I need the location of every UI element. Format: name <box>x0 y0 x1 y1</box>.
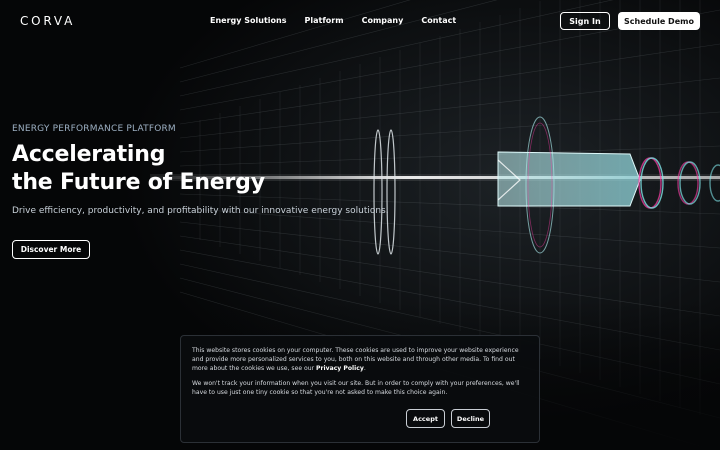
cookie-text-primary-end: . <box>363 365 366 372</box>
hero-subtext: Drive efficiency, productivity, and prof… <box>12 206 389 216</box>
schedule-demo-button[interactable]: Schedule Demo <box>618 12 700 30</box>
nav-link-energy-solutions[interactable]: Energy Solutions <box>210 16 286 25</box>
cookie-consent-banner: This website stores cookies on your comp… <box>180 335 540 443</box>
hero-eyebrow: ENERGY PERFORMANCE PLATFORM <box>12 124 176 134</box>
nav-link-contact[interactable]: Contact <box>421 16 456 25</box>
nav-link-platform[interactable]: Platform <box>304 16 343 25</box>
cookie-text-primary: This website stores cookies on your comp… <box>192 346 529 373</box>
top-navigation: CORVA Energy Solutions Platform Company … <box>0 0 720 42</box>
sign-in-button[interactable]: Sign In <box>560 12 610 30</box>
nav-links: Energy Solutions Platform Company Contac… <box>210 16 456 25</box>
hero-headline-line-1: Accelerating <box>12 142 166 167</box>
accept-cookies-button[interactable]: Accept <box>406 409 445 428</box>
cookie-actions: Accept Decline <box>406 409 490 428</box>
hero-headline: Accelerating the Future of Energy <box>12 141 265 197</box>
privacy-policy-link[interactable]: Privacy Policy <box>316 365 364 372</box>
cookie-text-secondary: We won't track your information when you… <box>192 380 520 396</box>
brand-logo[interactable]: CORVA <box>20 14 75 28</box>
nav-link-company[interactable]: Company <box>362 16 404 25</box>
discover-more-button[interactable]: Discover More <box>12 240 90 259</box>
decline-cookies-button[interactable]: Decline <box>451 409 490 428</box>
hero-headline-line-2: the Future of Energy <box>12 170 265 195</box>
